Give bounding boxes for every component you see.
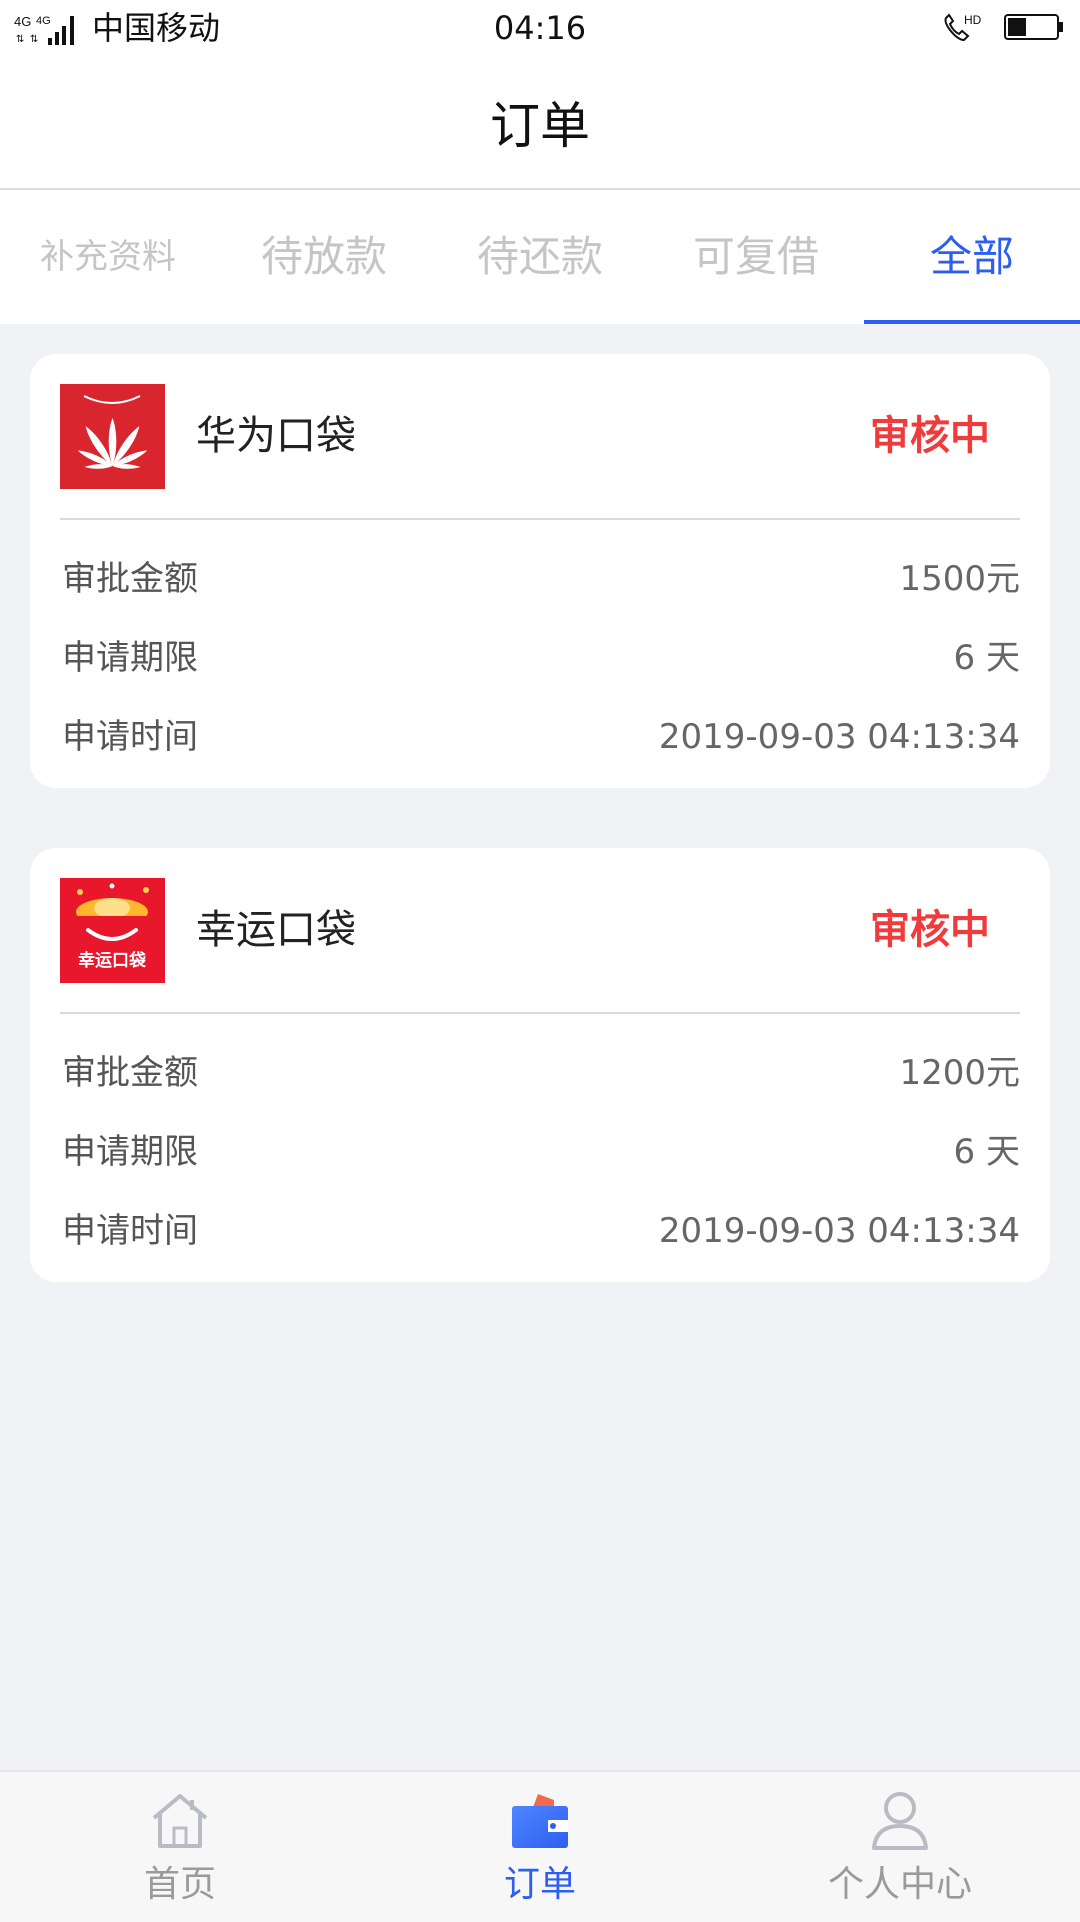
svg-text:幸运口袋: 幸运口袋 (78, 950, 147, 971)
loan-term-row: 申请期限 6 天 (62, 633, 1020, 683)
row-value: 2019-09-03 04:13:34 (658, 1211, 1020, 1251)
row-label: 申请时间 (62, 1211, 198, 1251)
apply-time-row: 申请时间 2019-09-03 04:13:34 (62, 712, 1020, 762)
tabbar-label: 个人中心 (827, 1864, 972, 1905)
approved-amount-row: 审批金额 1200元 (62, 1048, 1020, 1098)
tab-reborrowable[interactable]: 可复借 (648, 190, 864, 324)
loan-term-row: 申请期限 6 天 (62, 1127, 1020, 1177)
status-bar: 4G 4G ⇅ ⇅ 中国移动 04:16 HD (0, 0, 1080, 58)
tab-pending-disbursement[interactable]: 待放款 (216, 190, 432, 324)
row-value: 1200元 (899, 1053, 1020, 1093)
order-card[interactable]: 幸运口袋 幸运口袋 审核中 审批金额 1200元 申请期限 6 天 申请时间 2… (30, 848, 1050, 1282)
order-card[interactable]: 华为口袋 审核中 审批金额 1500元 申请期限 6 天 申请时间 2019-0… (30, 354, 1050, 788)
order-tabs: 补充资料 待放款 待还款 可复借 全部 (0, 190, 1080, 324)
row-value: 6 天 (953, 1132, 1020, 1172)
home-icon (152, 1794, 208, 1848)
tab-supplement-info[interactable]: 补充资料 (0, 190, 216, 324)
user-icon (872, 1792, 928, 1850)
row-label: 申请期限 (62, 1132, 198, 1172)
nav-bar: 订单 (0, 58, 1080, 190)
apply-time-row: 申请时间 2019-09-03 04:13:34 (62, 1206, 1020, 1256)
tab-all[interactable]: 全部 (864, 190, 1080, 324)
lucky-pocket-logo-icon: 幸运口袋 (60, 878, 165, 983)
row-label: 审批金额 (62, 1053, 198, 1093)
status-badge: 审核中 (870, 413, 990, 459)
divider (60, 1012, 1020, 1014)
row-value: 2019-09-03 04:13:34 (658, 717, 1020, 757)
tabbar-label: 首页 (143, 1864, 216, 1905)
status-time: 04:16 (493, 9, 587, 47)
lender-name: 华为口袋 (196, 413, 356, 459)
hd-call-icon: HD (944, 13, 982, 42)
row-label: 申请期限 (62, 638, 198, 678)
page-title: 订单 (490, 97, 590, 155)
bottom-tab-bar: 首页 订单 个人中心 (0, 1770, 1080, 1922)
wallet-icon (512, 1794, 568, 1848)
lender-name: 幸运口袋 (196, 907, 356, 953)
tabbar-item-profile[interactable]: 个人中心 (720, 1772, 1080, 1922)
row-value: 1500元 (899, 559, 1020, 599)
battery-icon (1004, 14, 1063, 40)
tab-pending-repayment[interactable]: 待还款 (432, 190, 648, 324)
tabbar-label: 订单 (503, 1864, 576, 1905)
row-value: 6 天 (953, 638, 1020, 678)
tabbar-item-home[interactable]: 首页 (0, 1772, 360, 1922)
svg-text:HD: HD (964, 13, 982, 27)
row-label: 审批金额 (62, 559, 198, 599)
approved-amount-row: 审批金额 1500元 (62, 554, 1020, 604)
row-label: 申请时间 (62, 717, 198, 757)
tabbar-item-orders[interactable]: 订单 (360, 1772, 720, 1922)
status-badge: 审核中 (870, 907, 990, 953)
divider (60, 518, 1020, 520)
huawei-logo-icon (60, 384, 165, 489)
